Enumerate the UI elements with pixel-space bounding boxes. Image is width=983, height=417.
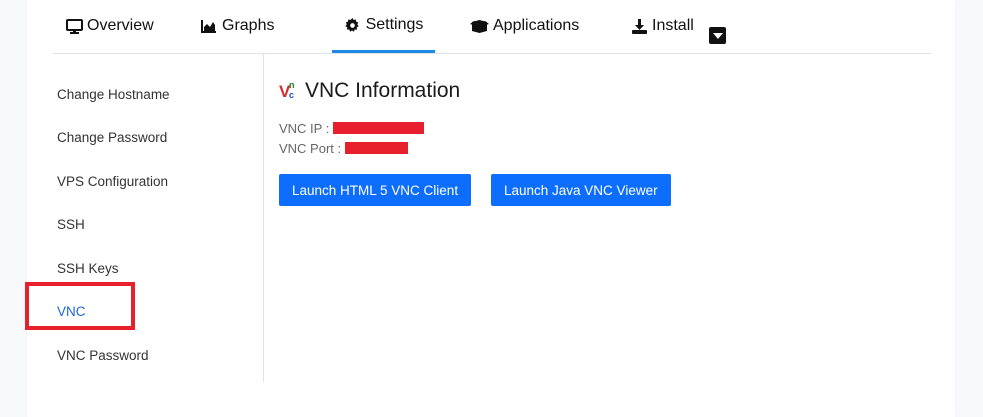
more-tabs-dropdown[interactable]: [709, 27, 726, 44]
sidebar-item-ssh-keys[interactable]: SSH Keys: [57, 261, 119, 276]
launch-java-vnc-button[interactable]: Launch Java VNC Viewer: [491, 174, 671, 206]
tab-settings[interactable]: Settings: [332, 0, 435, 53]
sidebar-item-change-password[interactable]: Change Password: [57, 130, 167, 145]
page-title: Vnc VNC Information: [279, 76, 919, 106]
tab-overview[interactable]: Overview: [65, 0, 154, 52]
sidebar-item-vnc-password[interactable]: VNC Password: [57, 348, 149, 363]
tab-overview-label: Overview: [87, 17, 154, 34]
tab-settings-label: Settings: [365, 16, 424, 33]
settings-panel: Overview Graphs Settings Applications In…: [25, 0, 955, 417]
vnc-ip-redacted: [333, 122, 425, 134]
caret-down-icon: [712, 32, 723, 39]
settings-sidebar: Change Hostname Change Password VPS Conf…: [25, 54, 264, 382]
download-icon: [630, 18, 648, 34]
vnc-content: Vnc VNC Information VNC IP : VNC Port : …: [279, 76, 919, 206]
vnc-port-redacted: [345, 142, 409, 154]
vnc-ip-label: VNC IP :: [279, 120, 330, 136]
vnc-ip-row: VNC IP :: [279, 118, 919, 138]
tab-graphs-label: Graphs: [222, 17, 275, 34]
vnc-port-row: VNC Port :: [279, 138, 919, 158]
gear-icon: [344, 17, 362, 33]
vnc-logo-icon: Vnc: [279, 80, 295, 101]
tab-install-label: Install: [652, 17, 694, 34]
tab-bar: Overview Graphs Settings Applications In…: [53, 0, 931, 54]
tab-install[interactable]: Install: [630, 0, 694, 52]
vnc-port-label: VNC Port :: [279, 140, 342, 156]
sidebar-item-change-hostname[interactable]: Change Hostname: [57, 87, 170, 102]
tab-applications-label: Applications: [493, 17, 580, 34]
monitor-icon: [65, 18, 83, 34]
box-icon: [469, 18, 489, 34]
area-chart-icon: [200, 18, 218, 34]
tab-graphs[interactable]: Graphs: [200, 0, 274, 52]
sidebar-item-vps-configuration[interactable]: VPS Configuration: [57, 174, 168, 189]
sidebar-item-ssh[interactable]: SSH: [57, 217, 85, 232]
vnc-highlight-box: [25, 282, 135, 330]
launch-html5-vnc-button[interactable]: Launch HTML 5 VNC Client: [279, 174, 472, 206]
vnc-title-text: VNC Information: [305, 79, 461, 102]
tab-applications[interactable]: Applications: [469, 0, 579, 52]
